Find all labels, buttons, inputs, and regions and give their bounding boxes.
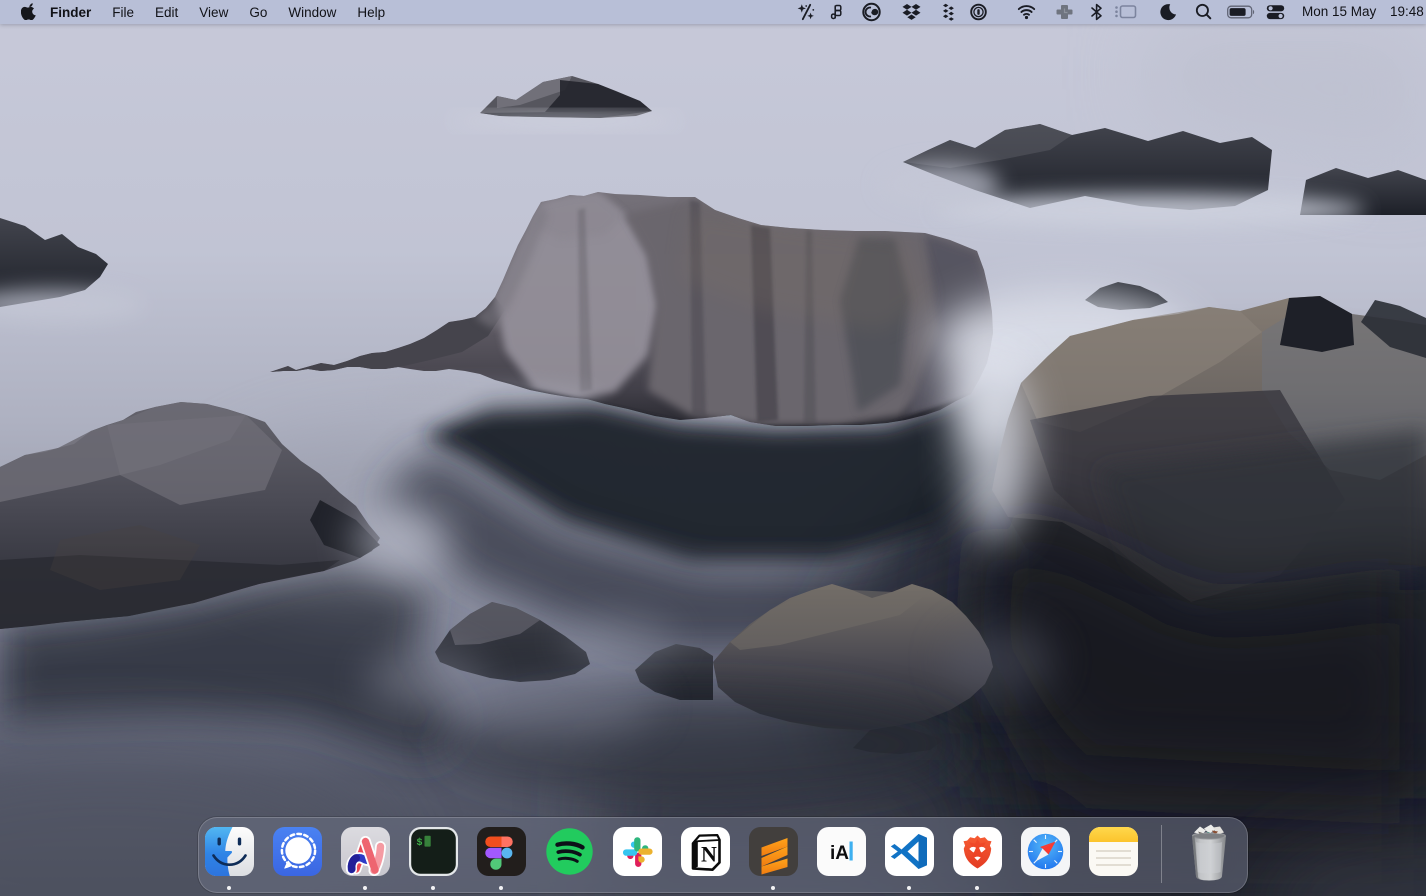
svg-text:N: N <box>701 842 717 867</box>
svg-text:$: $ <box>416 837 422 849</box>
svg-text:iA: iA <box>830 843 849 864</box>
